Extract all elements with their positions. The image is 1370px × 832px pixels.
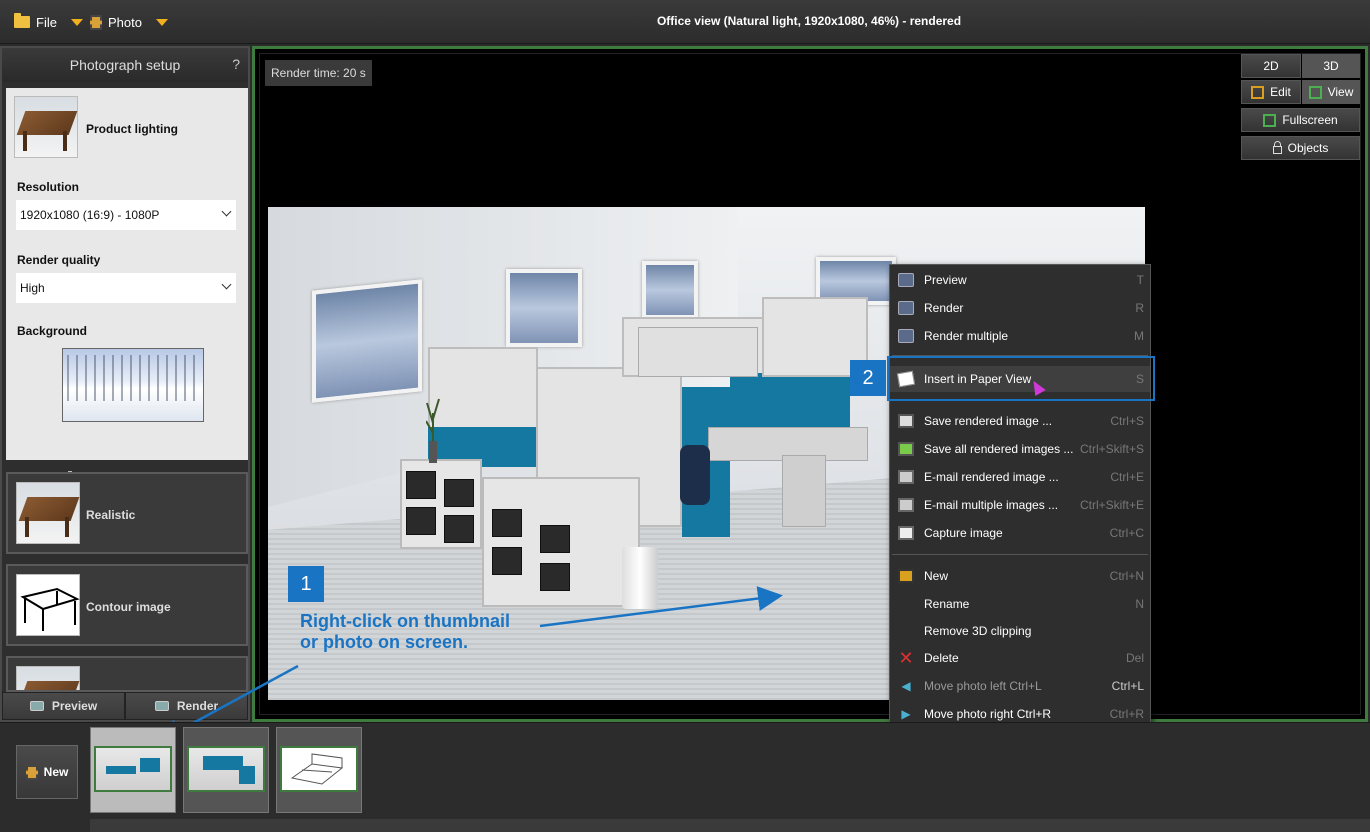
menu-item-remove-3d-clipping[interactable]: Remove 3D clipping: [890, 618, 1150, 644]
menu-item-move-left[interactable]: ◀ Move photo left Ctrl+L Ctrl+L: [890, 673, 1150, 699]
save-all-icon: [898, 442, 914, 456]
menu-item-label: Render multiple: [924, 329, 1009, 343]
menu-item-shortcut: Ctrl+S: [1110, 414, 1144, 428]
menu-item-delete[interactable]: ✕ Delete Del: [890, 645, 1150, 671]
menu-item-label: Rename: [924, 597, 970, 611]
app-window: File Photo Office view (Natural light, 1…: [0, 0, 1370, 832]
menu-item-save-all[interactable]: Save all rendered images ... Ctrl+Skift+…: [890, 436, 1150, 462]
menu-item-shortcut: M: [1134, 329, 1144, 343]
menu-item-shortcut: Del: [1125, 651, 1144, 665]
step-2-badge: 2: [850, 360, 886, 396]
menu-item-label: Preview: [924, 273, 967, 287]
menu-item-label: E-mail multiple images ...: [924, 498, 1059, 512]
menu-item-shortcut: Ctrl+N: [1109, 569, 1144, 583]
menu-item-label: Remove 3D clipping: [924, 624, 1032, 638]
photo-thumbnail[interactable]: [90, 727, 176, 813]
menu-item-shortcut: T: [1136, 273, 1144, 287]
capture-icon: [898, 526, 914, 540]
menu-item-shortcut: Ctrl+C: [1109, 526, 1144, 540]
thumbnail-scrollbar[interactable]: [90, 819, 1370, 832]
menu-item-label: Save all rendered images ...: [924, 442, 1074, 456]
menu-item-label: Render: [924, 301, 964, 315]
photo-thumbnail[interactable]: [276, 727, 362, 813]
menu-item-label: Delete: [924, 651, 959, 665]
film-icon: [25, 764, 38, 780]
menu-item-label: Move photo right Ctrl+R: [924, 707, 1052, 721]
arrow-right-icon: ▶: [901, 707, 911, 721]
menu-item-shortcut: N: [1135, 597, 1144, 611]
delete-icon: ✕: [898, 648, 914, 668]
email-icon: [898, 470, 914, 484]
new-photo-label: New: [43, 765, 69, 779]
menu-item-shortcut: Ctrl+R: [1109, 707, 1144, 721]
menu-item-shortcut: Ctrl+Skift+S: [1079, 442, 1144, 456]
new-icon: [898, 569, 914, 583]
save-icon: [898, 414, 914, 428]
menu-item-label: Capture image: [924, 526, 1003, 540]
menu-item-shortcut: Ctrl+E: [1110, 470, 1144, 484]
menu-item-new[interactable]: New Ctrl+N: [890, 563, 1150, 589]
menu-item-preview[interactable]: Preview T: [890, 267, 1150, 293]
menu-item-render-multiple[interactable]: Render multiple M: [890, 323, 1150, 349]
menu-item-render[interactable]: Render R: [890, 295, 1150, 321]
menu-item-label: Move photo left Ctrl+L: [924, 679, 1042, 693]
camera-icon: [898, 301, 914, 315]
email-icon: [898, 498, 914, 512]
context-menu: Preview T Render R Render multiple M Ins…: [889, 264, 1151, 730]
new-photo-button[interactable]: New: [16, 745, 78, 799]
photo-thumbnail[interactable]: [183, 727, 269, 813]
menu-item-rename[interactable]: Rename N: [890, 591, 1150, 617]
highlight-box: [887, 356, 1155, 401]
menu-item-label: New: [924, 569, 949, 583]
camera-icon: [898, 329, 914, 343]
menu-item-capture-image[interactable]: Capture image Ctrl+C: [890, 520, 1150, 546]
menu-item-save-rendered[interactable]: Save rendered image ... Ctrl+S: [890, 408, 1150, 434]
menu-item-label: E-mail rendered image ...: [924, 470, 1059, 484]
menu-item-email-multiple[interactable]: E-mail multiple images ... Ctrl+Skift+E: [890, 492, 1150, 518]
menu-item-shortcut: R: [1135, 301, 1144, 315]
photo-thumbnail-strip: New: [0, 722, 1370, 832]
menu-item-shortcut: Ctrl+L: [1111, 679, 1144, 693]
annotation-arrows: [157, 586, 783, 743]
menu-item-email-rendered[interactable]: E-mail rendered image ... Ctrl+E: [890, 464, 1150, 490]
camera-icon: [898, 273, 914, 287]
menu-item-shortcut: Ctrl+Skift+E: [1079, 498, 1144, 512]
menu-item-label: Save rendered image ...: [924, 414, 1053, 428]
arrow-left-icon: ◀: [901, 679, 911, 693]
